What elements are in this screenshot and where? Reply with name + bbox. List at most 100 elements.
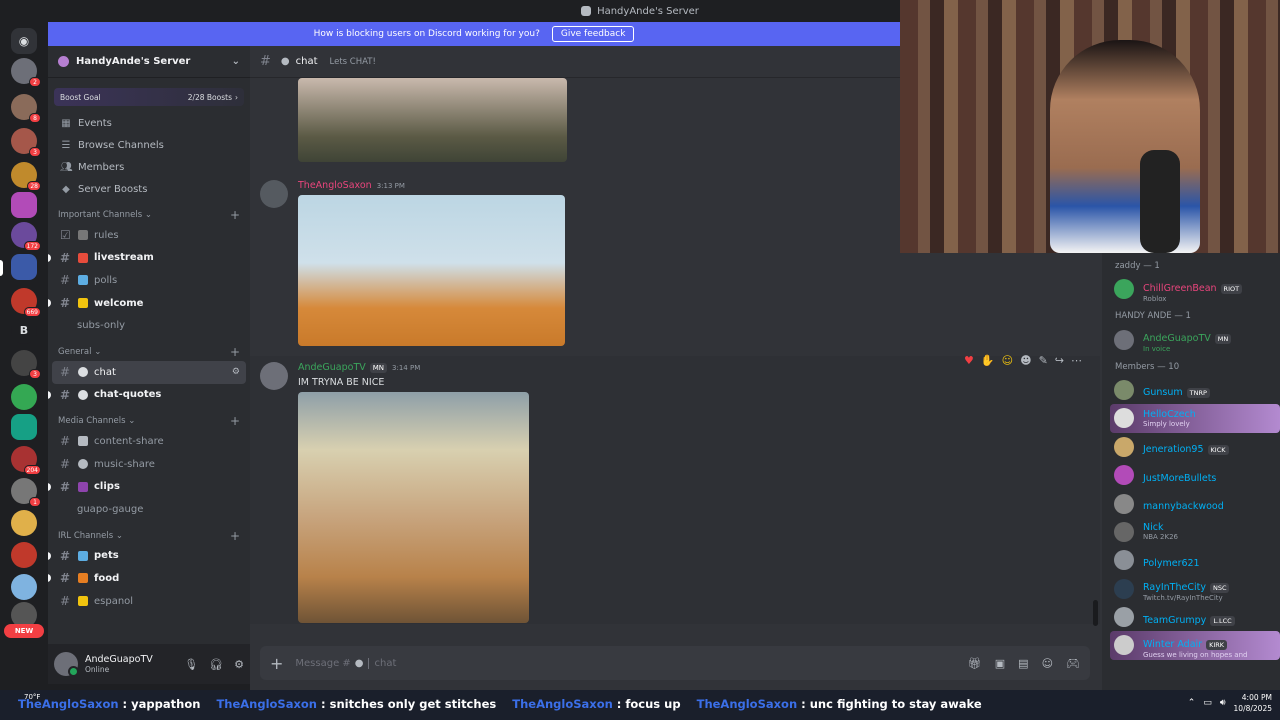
member-item[interactable]: HelloCzech Simply lovely [1110, 404, 1280, 433]
chevron-up-icon[interactable]: ⌃ [1188, 698, 1196, 708]
avatar[interactable] [260, 180, 288, 208]
heart-reaction-icon[interactable]: ♥ [964, 354, 974, 367]
nav-events[interactable]: ▦ Events [48, 112, 250, 134]
edit-icon[interactable]: ✎ [1039, 354, 1048, 367]
emoji-icon[interactable]: ☺ [1042, 657, 1053, 670]
image-attachment[interactable] [298, 392, 529, 623]
server-icon-active[interactable] [11, 254, 37, 280]
member-tag: RIOT [1220, 283, 1243, 294]
avatar[interactable] [260, 362, 288, 390]
new-badge[interactable]: NEW [4, 624, 44, 638]
server-icon-12[interactable] [11, 414, 37, 440]
channel-livestream[interactable]: # livestream [48, 247, 250, 270]
add-channel-icon[interactable]: + [230, 208, 240, 222]
channel-chat[interactable]: # chat ⚙ [52, 360, 246, 384]
server-icon-b[interactable]: B [11, 318, 37, 344]
member-activity: NBA 2K26 [1143, 533, 1179, 542]
member-item[interactable]: Winter Adair KIRK Guess we living on hopes… [1110, 631, 1280, 660]
author-name[interactable]: TheAngloSaxon [298, 180, 372, 191]
member-item[interactable]: JustMoreBullets [1102, 461, 1280, 489]
member-item[interactable]: AndeGuapoTV MN In voice [1102, 325, 1280, 353]
message-author[interactable]: AndeGuapoTV MN 3:14 PM [298, 362, 420, 373]
forward-icon[interactable]: ↪ [1055, 354, 1064, 367]
channel-content-share-label: content-share [94, 435, 164, 447]
gif-icon[interactable]: ▣ [995, 657, 1005, 670]
discord-home-icon[interactable]: ◉ [11, 28, 37, 54]
server-icon-6[interactable]: 172 [11, 222, 41, 251]
reaction-icon[interactable]: ✋ [981, 354, 995, 367]
apps-icon[interactable]: 🎮︎ [1066, 657, 1080, 670]
category-important[interactable]: Important Channels ⌄ + [48, 206, 250, 224]
gear-icon[interactable]: ⚙ [234, 658, 244, 671]
add-channel-icon[interactable]: + [230, 414, 240, 428]
server-icon-2[interactable]: 8 [11, 94, 41, 123]
channel-espanol[interactable]: # espanol [48, 590, 250, 613]
member-activity: Simply lovely [1143, 419, 1190, 428]
network-icon[interactable]: ▭ [1203, 698, 1212, 708]
member-item[interactable]: ChillGreenBean RIOT Roblox [1102, 275, 1280, 303]
message-composer[interactable]: + Message # ● chat 🎁︎ ▣ ▤ ☺ 🎮︎ [260, 646, 1090, 680]
nav-members[interactable]: 👥︎ Members [48, 156, 250, 178]
channel-polls-label: polls [94, 274, 118, 286]
nav-browse-channels[interactable]: ☰ Browse Channels [48, 134, 250, 156]
sticker-icon[interactable]: ▤ [1018, 657, 1028, 670]
boost-goal-bar[interactable]: Boost Goal 2/28 Boosts › [54, 88, 244, 106]
add-reaction-icon[interactable]: ☻ [1020, 354, 1031, 367]
more-icon[interactable]: ⋯ [1071, 354, 1082, 367]
headphones-icon[interactable]: 🎧︎ [209, 658, 223, 671]
message-author[interactable]: TheAngloSaxon 3:13 PM [298, 180, 405, 191]
channel-guapo-gauge-label: guapo-gauge [77, 503, 144, 515]
give-feedback-button[interactable]: Give feedback [551, 26, 635, 42]
emoji-reaction-icon[interactable]: ☺ [1002, 354, 1013, 367]
member-item[interactable]: Gunsum TNRP [1102, 376, 1280, 404]
member-item[interactable]: TeamGrumpy L.LCC [1102, 603, 1280, 631]
nav-server-boosts[interactable]: ◆ Server Boosts [48, 178, 250, 200]
server-icon-8[interactable]: 669 [11, 288, 41, 317]
member-item[interactable]: Jeneration95 KICK [1102, 433, 1280, 461]
add-attachment-icon[interactable]: + [270, 654, 283, 673]
channel-music-share[interactable]: # music-share [48, 453, 250, 476]
channel-settings-icon[interactable]: ⚙ [232, 367, 240, 377]
member-item[interactable]: Polymer621 [1102, 546, 1280, 574]
channel-chat-quotes[interactable]: # chat-quotes [48, 384, 250, 407]
member-item[interactable]: Nick NBA 2K26 [1102, 518, 1280, 546]
server-icon-14[interactable]: 1 [11, 478, 41, 507]
category-irl[interactable]: IRL Channels ⌄ + [48, 527, 250, 545]
avatar[interactable] [54, 652, 79, 677]
member-item[interactable]: RayInTheCity NSC Twitch.tv/RayInTheCity [1102, 575, 1280, 603]
server-icon-10[interactable]: 3 [11, 350, 41, 379]
server-icon-11[interactable] [11, 384, 37, 410]
category-media[interactable]: Media Channels ⌄ + [48, 412, 250, 430]
channel-pets[interactable]: # pets [48, 545, 250, 568]
channel-subs-only[interactable]: subs-only [48, 314, 250, 337]
volume-icon[interactable]: 🔊︎ [1220, 698, 1226, 708]
server-icon-17[interactable] [11, 574, 37, 600]
channel-content-share[interactable]: # content-share [48, 430, 250, 453]
author-name[interactable]: AndeGuapoTV [298, 362, 366, 373]
member-item[interactable]: mannybackwood [1102, 489, 1280, 517]
microphone-icon[interactable]: 🎙︎ [184, 658, 198, 671]
chat-scrollbar[interactable] [1093, 600, 1098, 626]
server-icon-1[interactable]: 2 [11, 58, 41, 87]
server-icon-13[interactable]: 204 [11, 446, 41, 475]
avatar [1114, 408, 1134, 429]
server-icon-16[interactable] [11, 542, 37, 568]
category-general[interactable]: General ⌄ + [48, 343, 250, 361]
server-icon-3[interactable]: 3 [11, 128, 41, 157]
channel-welcome[interactable]: # welcome [48, 292, 250, 315]
add-channel-icon[interactable]: + [230, 345, 240, 359]
channel-polls[interactable]: # polls [48, 269, 250, 292]
server-icon-4[interactable]: 28 [11, 162, 41, 191]
channel-guapo-gauge[interactable]: guapo-gauge [48, 498, 250, 521]
add-channel-icon[interactable]: + [230, 529, 240, 543]
channel-clips[interactable]: # clips [48, 475, 250, 498]
server-icon-15[interactable] [11, 510, 37, 536]
server-icon-5[interactable] [11, 192, 37, 218]
gift-icon[interactable]: 🎁︎ [968, 657, 982, 670]
image-attachment[interactable] [298, 195, 565, 346]
image-attachment[interactable] [298, 78, 567, 162]
server-header[interactable]: HandyAnde's Server ⌄ [48, 46, 250, 78]
channel-food[interactable]: # food [48, 567, 250, 590]
clock[interactable]: 4:00 PM 10/8/2025 [1234, 692, 1272, 714]
channel-rules[interactable]: ☑ rules [48, 224, 250, 247]
